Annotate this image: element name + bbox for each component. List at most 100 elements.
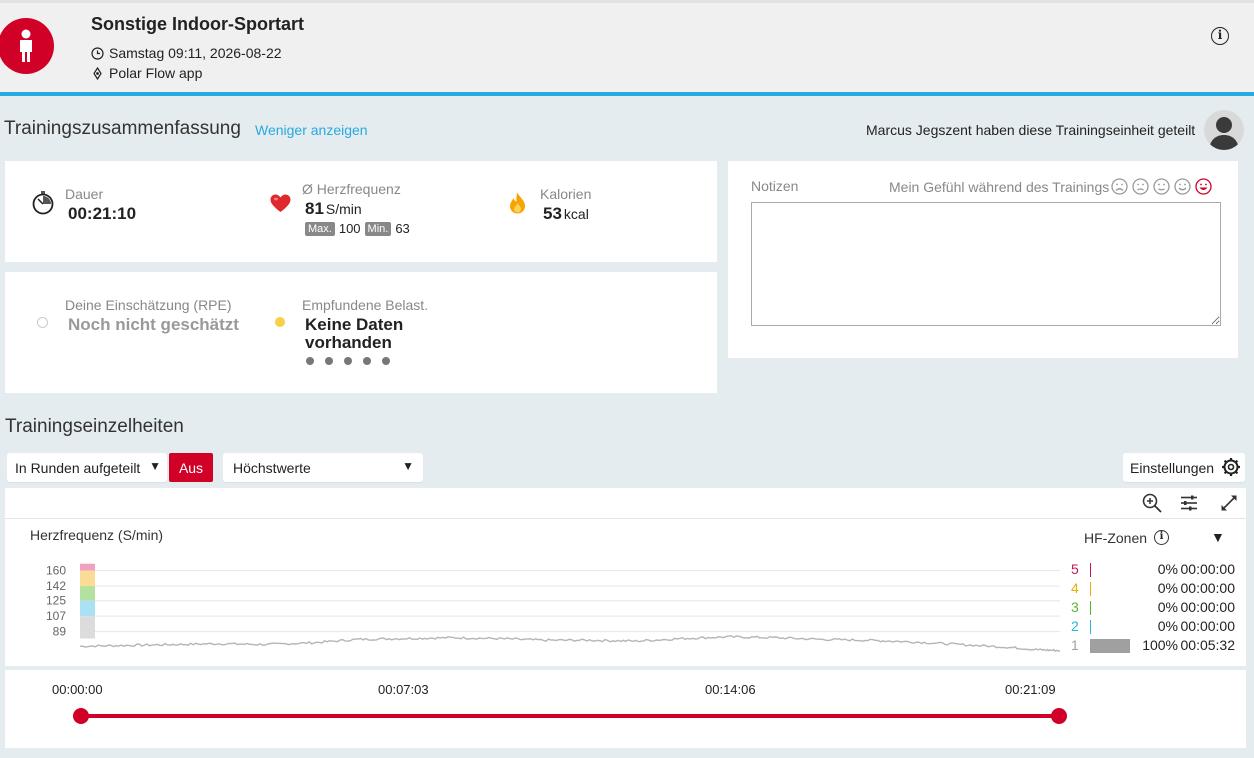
perceived-load-value-line1: Keine Daten	[305, 315, 404, 334]
load-indicator-dot	[275, 317, 285, 327]
rating-dot[interactable]	[344, 357, 352, 365]
rating-dot[interactable]	[363, 357, 371, 365]
datetime-text: Samstag 09:11, 2026-08-22	[109, 45, 282, 61]
zone-percent: 0%	[1157, 561, 1178, 577]
zone-percent: 0%	[1157, 599, 1178, 615]
flame-icon	[509, 192, 526, 219]
info-icon[interactable]: i	[1154, 530, 1169, 545]
sport-type-icon	[0, 18, 54, 74]
y-tick-label: 89	[53, 625, 67, 639]
settings-button[interactable]: Einstellungen	[1123, 453, 1245, 482]
timeline-end-handle[interactable]	[1051, 708, 1067, 724]
heart-icon	[270, 194, 291, 218]
duration-label: Dauer	[65, 186, 104, 202]
rpe-label: Deine Einschätzung (RPE)	[65, 297, 232, 313]
zone-band	[80, 586, 95, 601]
perceived-load-label: Empfundene Belast.	[302, 297, 429, 313]
chevron-down-icon: ▼	[402, 459, 414, 473]
y-tick-label: 125	[46, 594, 66, 608]
zone-bar	[1090, 639, 1130, 653]
heart-rate-label: Ø Herzfrequenz	[302, 181, 401, 197]
info-icon[interactable]: i	[1211, 27, 1229, 45]
min-value: 63	[395, 221, 410, 236]
rpe-empty-dot	[37, 317, 48, 328]
hr-zone-row: 1 100% 00:05:32	[1071, 637, 1241, 655]
feeling-smileys	[1111, 178, 1212, 195]
gear-icon	[1222, 458, 1240, 476]
source-text: Polar Flow app	[109, 65, 203, 81]
summary-title: Trainingszusammenfassung	[4, 118, 241, 139]
chevron-down-icon[interactable]: ▼	[1211, 529, 1225, 545]
zone-time: 00:00:00	[1180, 618, 1236, 634]
zone-percent: 0%	[1157, 618, 1178, 634]
duration-value: 00:21:10	[68, 204, 137, 223]
metric-select-value: Höchstwerte	[233, 459, 311, 476]
sad-face-icon[interactable]	[1132, 178, 1149, 195]
min-tag: Min.	[364, 221, 392, 236]
zone-band	[80, 616, 95, 639]
happy-face-icon[interactable]	[1174, 178, 1191, 195]
neutral-face-icon[interactable]	[1153, 178, 1170, 195]
max-tag: Max.	[305, 221, 335, 236]
zone-time: 00:05:32	[1180, 637, 1236, 653]
timeline-label: 00:14:06	[705, 682, 756, 697]
expand-icon[interactable]	[1220, 494, 1238, 512]
rating-dot[interactable]	[382, 357, 390, 365]
chevron-down-icon: ▼	[149, 459, 161, 473]
notes-label: Notizen	[751, 178, 799, 194]
timeline-start-handle[interactable]	[73, 708, 89, 724]
zone-number: 5	[1071, 561, 1079, 577]
hr-zone-row: 5 0% 00:00:00	[1071, 561, 1241, 579]
zone-band	[80, 570, 95, 587]
zone-bar	[1090, 601, 1091, 615]
show-less-link[interactable]: Weniger anzeigen	[255, 122, 368, 138]
heart-rate-unit: S/min	[325, 201, 362, 217]
timeline-label: 00:07:03	[378, 682, 429, 697]
laps-select[interactable]: In Runden aufgeteilt ▼	[7, 453, 167, 482]
zone-band	[80, 600, 95, 617]
calories-value-group: 53 kcal	[543, 204, 589, 224]
rating-dot[interactable]	[306, 357, 314, 365]
perceived-load-rating[interactable]	[306, 357, 390, 365]
zoom-in-icon[interactable]	[1142, 493, 1162, 513]
heart-rate-value: 81	[305, 199, 324, 218]
zone-percent: 0%	[1157, 580, 1178, 596]
perceived-load-value-line2: vorhanden	[305, 333, 392, 352]
rpe-value[interactable]: Noch nicht geschätzt	[68, 315, 239, 335]
chart-title: Herzfrequenz (S/min)	[30, 527, 164, 543]
laps-select-value: In Runden aufgeteilt	[15, 459, 141, 476]
clock-icon	[91, 46, 104, 60]
rating-dot[interactable]	[325, 357, 333, 365]
very-sad-face-icon[interactable]	[1111, 178, 1128, 195]
zone-percent: 100%	[1142, 637, 1178, 653]
chart-toolbar-divider	[5, 518, 1246, 519]
shared-by-text: Marcus Jegszent haben diese Trainingsein…	[866, 122, 1196, 138]
workout-title: Sonstige Indoor-Sportart	[91, 14, 304, 34]
zone-number: 2	[1071, 618, 1079, 634]
zone-bar	[1090, 582, 1091, 596]
settings-label: Einstellungen	[1130, 459, 1215, 476]
calories-label: Kalorien	[540, 186, 592, 202]
very-happy-face-icon[interactable]	[1195, 178, 1212, 195]
zone-time: 00:00:00	[1180, 599, 1236, 615]
heart-rate-value-group: 81 S/min	[305, 199, 362, 219]
zone-number: 1	[1071, 637, 1079, 653]
timeline-range-slider[interactable]	[70, 703, 1070, 729]
feeling-label: Mein Gefühl während des Trainings	[889, 179, 1110, 195]
workout-datetime: Samstag 09:11, 2026-08-22	[91, 45, 282, 61]
sliders-icon[interactable]	[1180, 494, 1198, 512]
avatar[interactable]	[1204, 110, 1244, 150]
calories-value: 53	[543, 204, 562, 223]
max-value: 100	[338, 221, 361, 236]
timeline-label: 00:00:00	[52, 682, 103, 697]
notes-textarea[interactable]	[751, 202, 1221, 326]
y-tick-label: 142	[46, 579, 66, 593]
off-button[interactable]: Aus	[169, 453, 213, 482]
details-title: Trainingseinzelheiten	[5, 416, 184, 437]
sync-icon	[93, 66, 102, 80]
metric-select[interactable]: Höchstwerte ▼	[223, 453, 423, 482]
heart-rate-chart: 160142125107 89	[46, 564, 1061, 653]
heart-rate-minmax: Max. 100 Min. 63	[305, 221, 410, 236]
y-tick-label: 160	[46, 564, 66, 578]
zone-bar	[1090, 563, 1091, 577]
